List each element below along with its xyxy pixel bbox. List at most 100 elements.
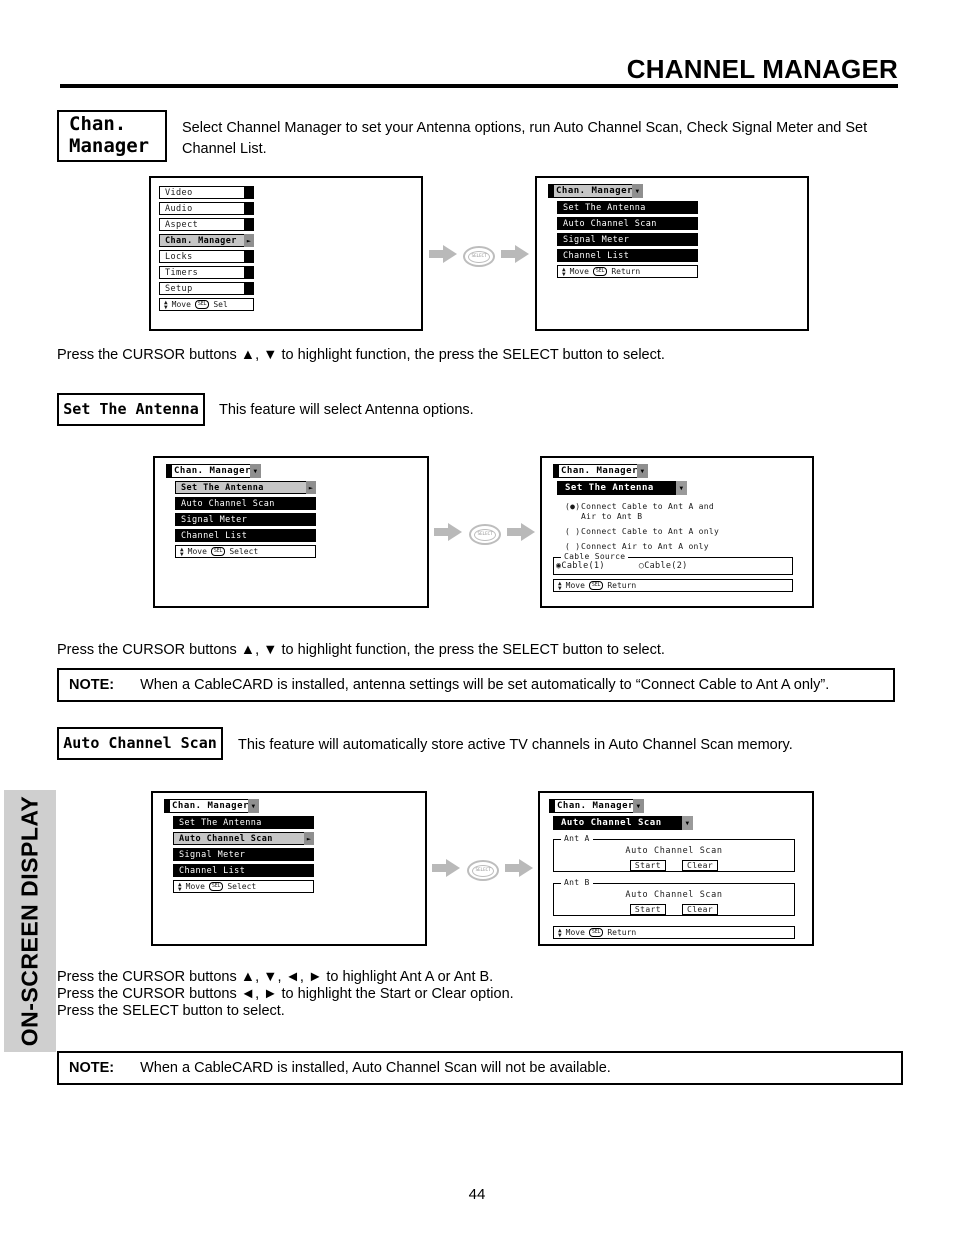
menu-cap [244, 186, 254, 199]
chevron-down-icon: ▼ [248, 799, 259, 813]
menu-item-label: Channel List [563, 250, 630, 261]
auto-channel-scan-chip: Auto Channel Scan [57, 727, 223, 760]
osd-subheader-label: Auto Channel Scan [561, 818, 662, 828]
select-button-graphic: SELECT [463, 246, 495, 267]
header-left-cap [549, 799, 555, 813]
note-label: NOTE: [69, 1060, 115, 1076]
osd-header-chan-manager: Chan. Manager ▼ [164, 799, 259, 813]
menu-item-label: Set The Antenna [179, 817, 262, 828]
menu-item-auto-channel-scan[interactable]: Auto Channel Scan ► [173, 832, 314, 845]
osd-guide-bar: ▲ ▼ Move SEL Return [557, 265, 698, 278]
antenna-option-air-a-only[interactable]: ( ) Connect Air to Ant A only [565, 542, 803, 551]
note-label: NOTE: [69, 677, 115, 693]
select-button-label: SELECT [468, 250, 490, 263]
select-chip-icon: SEL [588, 581, 604, 590]
menu-item-set-the-antenna[interactable]: Set The Antenna [557, 201, 698, 214]
radio-empty-icon: ( ) [565, 527, 581, 536]
chevron-down-icon: ▼ [637, 464, 648, 478]
up-down-arrow-icon: ▲ ▼ [562, 265, 566, 278]
page-number: 44 [468, 1186, 486, 1203]
menu-cap [688, 249, 698, 262]
osd-guide-bar: ▲ ▼ Move SEL Return [553, 926, 795, 939]
osd-subheader-auto-channel-scan: Auto Channel Scan ▼ [553, 816, 693, 830]
scan-group-legend: Ant A [561, 834, 593, 843]
guide-action-label: Sel [213, 300, 228, 309]
page-title: CHANNEL MANAGER [626, 54, 898, 84]
guide-action-label: Return [607, 928, 637, 937]
cable-source-option-label: Cable(1) [561, 561, 605, 571]
menu-item-audio[interactable]: Audio [159, 202, 254, 215]
antenna-option-cable-a-only[interactable]: ( ) Connect Cable to Ant A only [565, 527, 803, 536]
set-the-antenna-chip: Set The Antenna [57, 393, 205, 426]
menu-item-label: Signal Meter [563, 234, 630, 245]
osd-header-label: Chan. Manager [174, 466, 251, 476]
arrow-tail [429, 250, 443, 258]
osd-header-chan-manager: Chan. Manager ▼ [549, 799, 644, 813]
scan-group-ant-b: Ant B Auto Channel Scan Start Clear [553, 878, 795, 916]
menu-cap [244, 266, 254, 279]
menu-item-label: Channel List [181, 530, 248, 541]
osd-guide-bar: ▲ ▼ Move SEL Sel [159, 298, 254, 311]
up-down-arrow-icon: ▲ ▼ [558, 926, 562, 939]
scan-group-legend: Ant B [561, 878, 593, 887]
menu-item-channel-list[interactable]: Channel List [173, 864, 314, 877]
chevron-down-icon: ▼ [676, 481, 687, 495]
menu-item-channel-list[interactable]: Channel List [557, 249, 698, 262]
menu-item-auto-channel-scan[interactable]: Auto Channel Scan [557, 217, 698, 230]
select-button-graphic: SELECT [467, 860, 499, 881]
menu-item-signal-meter[interactable]: Signal Meter [557, 233, 698, 246]
start-button-ant-b[interactable]: Start [629, 904, 666, 915]
guide-move-label: Move [187, 547, 207, 556]
menu-item-signal-meter[interactable]: Signal Meter [173, 848, 314, 861]
scan-group-title: Auto Channel Scan [625, 890, 723, 900]
guide-action-label: Select [229, 547, 259, 556]
arrow-tail [507, 528, 521, 536]
menu-cap [688, 217, 698, 230]
chan-manager-chip: Chan. Manager [57, 110, 167, 162]
clear-button-ant-b[interactable]: Clear [682, 904, 719, 915]
guide-move-label: Move [171, 300, 191, 309]
menu-item-label: Auto Channel Scan [181, 498, 275, 509]
cable-source-option-2[interactable]: ○Cable(2) [639, 561, 688, 571]
osd-subheader-label: Set The Antenna [565, 483, 654, 493]
osd-header-label: Chan. Manager [557, 801, 634, 811]
chevron-down-icon: ▼ [632, 184, 643, 198]
menu-item-signal-meter[interactable]: Signal Meter [175, 513, 316, 526]
arrow-right-icon [521, 523, 535, 541]
arrow-right-icon [446, 859, 460, 877]
intro-text: Select Channel Manager to set your Anten… [182, 120, 868, 157]
menu-item-set-the-antenna[interactable]: Set The Antenna [173, 816, 314, 829]
menu-item-label: Set The Antenna [563, 202, 646, 213]
menu-item-setup[interactable]: Setup [159, 282, 254, 295]
antenna-option-label: Connect Cable to Ant A and [581, 502, 715, 511]
cable-source-group: Cable Source ◉Cable(1) ○Cable(2) [553, 552, 793, 575]
menu-item-label: Audio [165, 203, 193, 214]
menu-item-aspect[interactable]: Aspect [159, 218, 254, 231]
menu-item-channel-list[interactable]: Channel List [175, 529, 316, 542]
menu-cap [244, 218, 254, 231]
arrow-tail [434, 528, 448, 536]
osd-header-label: Chan. Manager [172, 801, 249, 811]
cable-source-option-1[interactable]: ◉Cable(1) [556, 561, 605, 571]
clear-button-ant-a[interactable]: Clear [682, 860, 719, 871]
menu-item-chan-manager[interactable]: Chan. Manager ► [159, 234, 254, 247]
menu-item-auto-channel-scan[interactable]: Auto Channel Scan [175, 497, 316, 510]
radio-empty-icon: ( ) [565, 542, 581, 551]
antenna-option-cable-a-air-b[interactable]: (●) Connect Cable to Ant A and Air to An… [565, 502, 803, 521]
osd-screen-chan-manager-antenna-highlighted: Chan. Manager ▼ Set The Antenna ► Auto C… [153, 456, 429, 608]
menu-item-label: Setup [165, 283, 193, 294]
arrow-tail [505, 864, 519, 872]
menu-item-set-the-antenna[interactable]: Set The Antenna ► [175, 481, 316, 494]
menu-item-video[interactable]: Video [159, 186, 254, 199]
menu-item-locks[interactable]: Locks [159, 250, 254, 263]
start-button-ant-a[interactable]: Start [629, 860, 666, 871]
guide-action-label: Select [227, 882, 257, 891]
guide-move-label: Move [565, 928, 585, 937]
osd-screen-chan-manager: Chan. Manager ▼ Set The Antenna Auto Cha… [535, 176, 809, 331]
arrow-right-icon [448, 523, 462, 541]
scan-group-ant-a: Ant A Auto Channel Scan Start Clear [553, 834, 795, 872]
arrow-right-icon [515, 245, 529, 263]
menu-cap [306, 513, 316, 526]
title-divider [60, 84, 898, 88]
menu-item-timers[interactable]: Timers [159, 266, 254, 279]
